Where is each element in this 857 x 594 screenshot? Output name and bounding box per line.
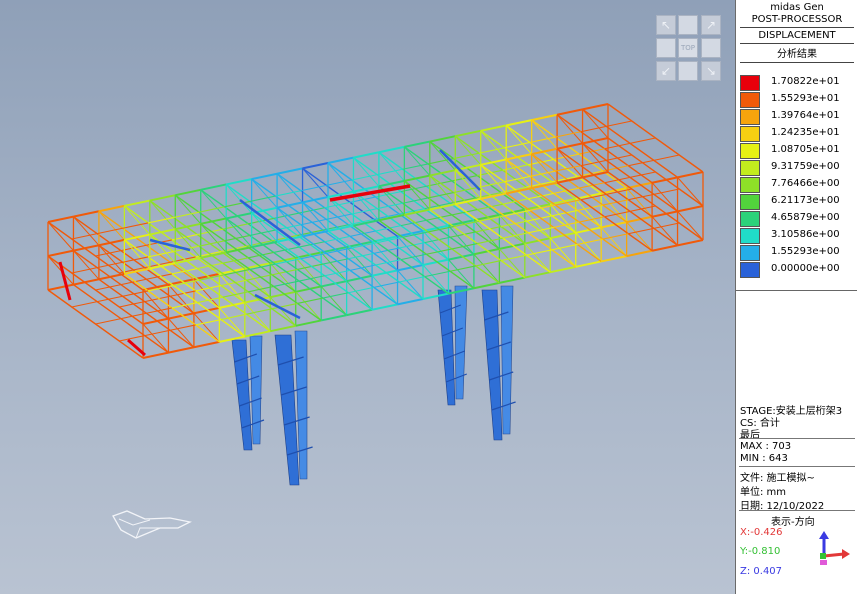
legend-entry: 7.76466e+00 xyxy=(740,177,856,193)
legend-color-swatch xyxy=(740,211,760,227)
truss-model[interactable] xyxy=(0,0,735,594)
view-cube-top-face[interactable]: TOP xyxy=(678,38,698,58)
min-label: MIN : 643 xyxy=(740,453,788,464)
view-direction-label: 表示-方向 xyxy=(771,517,815,528)
axis-triad-icon xyxy=(112,510,192,539)
legend-entry: 1.39764e+01 xyxy=(740,109,856,125)
direction-axis-icon xyxy=(819,531,850,565)
legend-color-swatch xyxy=(740,92,760,108)
legend-value: 1.08705e+01 xyxy=(771,144,840,155)
legend-color-swatch xyxy=(740,75,760,91)
legend-color-swatch xyxy=(740,109,760,125)
legend-entry: 9.31759e+00 xyxy=(740,160,856,176)
result-heading: 分析结果 xyxy=(777,49,817,60)
legend-entry: 3.10586e+00 xyxy=(740,228,856,244)
legend-value: 9.31759e+00 xyxy=(771,161,840,172)
legend-entry: 1.55293e+00 xyxy=(740,245,856,261)
legend-entry: 0.00000e+00 xyxy=(740,262,856,278)
app-subtitle: POST-PROCESSOR xyxy=(751,14,843,25)
divider xyxy=(736,290,857,291)
legend-value: 1.55293e+01 xyxy=(771,93,840,104)
legend-value: 7.76466e+00 xyxy=(771,178,840,189)
legend-color-swatch xyxy=(740,228,760,244)
divider xyxy=(739,510,855,511)
legend-value: 1.24235e+01 xyxy=(771,127,840,138)
direction-x: X:-0.426 xyxy=(740,527,783,538)
legend-color-swatch xyxy=(740,160,760,176)
legend-entry: 1.70822e+01 xyxy=(740,75,856,91)
divider xyxy=(740,62,854,63)
legend-color-swatch xyxy=(740,262,760,278)
legend-value: 1.39764e+01 xyxy=(771,110,840,121)
result-legend-panel: midas Gen POST-PROCESSOR DISPLACEMENT 分析… xyxy=(735,0,857,594)
legend-value: 0.00000e+00 xyxy=(771,263,840,274)
divider xyxy=(739,438,855,439)
app-title: midas Gen xyxy=(770,2,824,13)
post-processor-window: ↖ ↗ TOP ↙ ↘ midas Gen POST-PROCESSOR DIS… xyxy=(0,0,857,594)
view-left-icon[interactable] xyxy=(656,38,676,58)
legend-entry: 4.65879e+00 xyxy=(740,211,856,227)
legend-color-swatch xyxy=(740,245,760,261)
legend-value: 4.65879e+00 xyxy=(771,212,840,223)
direction-y: Y:-0.810 xyxy=(740,546,781,557)
legend-color-swatch xyxy=(740,194,760,210)
legend-value: 6.21173e+00 xyxy=(771,195,840,206)
view-rotate-nw-icon[interactable]: ↖ xyxy=(656,15,676,35)
max-label: MAX : 703 xyxy=(740,441,792,452)
divider xyxy=(740,27,854,28)
unit-label: 单位: mm xyxy=(740,487,787,498)
divider xyxy=(740,43,854,44)
view-rotate-se-icon[interactable]: ↘ xyxy=(701,61,721,81)
legend-value: 3.10586e+00 xyxy=(771,229,840,240)
view-rotate-ne-icon[interactable]: ↗ xyxy=(701,15,721,35)
legend-entry: 1.55293e+01 xyxy=(740,92,856,108)
view-top-icon[interactable] xyxy=(678,15,698,35)
view-rotate-sw-icon[interactable]: ↙ xyxy=(656,61,676,81)
view-bottom-icon[interactable] xyxy=(678,61,698,81)
legend-entry: 1.24235e+01 xyxy=(740,126,856,142)
model-viewport[interactable]: ↖ ↗ TOP ↙ ↘ xyxy=(0,0,735,594)
legend-value: 1.70822e+01 xyxy=(771,76,840,87)
view-right-icon[interactable] xyxy=(701,38,721,58)
direction-z: Z: 0.407 xyxy=(740,566,783,577)
file-label: 文件: 施工模拟~ xyxy=(740,473,815,484)
legend-color-swatch xyxy=(740,177,760,193)
legend-value: 1.55293e+00 xyxy=(771,246,840,257)
result-type: DISPLACEMENT xyxy=(758,30,836,41)
legend-color-swatch xyxy=(740,143,760,159)
legend-entry: 6.21173e+00 xyxy=(740,194,856,210)
legend-entry: 1.08705e+01 xyxy=(740,143,856,159)
legend-color-swatch xyxy=(740,126,760,142)
divider xyxy=(739,466,855,467)
